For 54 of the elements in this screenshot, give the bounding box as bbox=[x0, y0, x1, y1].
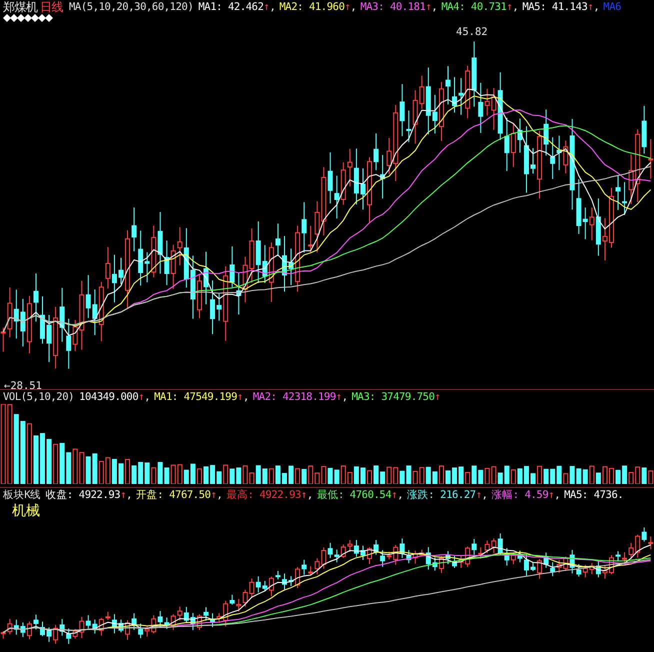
up-arrow: ↑ bbox=[138, 391, 144, 403]
up-arrow: ↑ bbox=[434, 391, 440, 403]
indicator-value: 收盘: 4922.93 bbox=[46, 488, 120, 502]
stock-name: 郑煤机 bbox=[3, 0, 38, 16]
indicator-value: MA2: 41.960 bbox=[279, 1, 344, 13]
indicator-value: MA5: 41.143 bbox=[522, 1, 588, 13]
indicator-value: 开盘: 4767.50 bbox=[136, 488, 211, 502]
up-arrow: ↑ bbox=[237, 391, 243, 403]
separator-comma: , bbox=[306, 489, 313, 501]
indicator-value: MA1: 42.462 bbox=[198, 1, 264, 13]
separator-comma: , bbox=[431, 1, 438, 13]
panel-title: 板块K线 bbox=[3, 488, 41, 502]
up-arrow: ↑ bbox=[336, 391, 342, 403]
up-arrow: ↑ bbox=[548, 489, 554, 501]
up-arrow: ↑ bbox=[300, 489, 307, 501]
indicator-value: MA3: 40.181 bbox=[360, 1, 426, 13]
high-price-label: 45.82 bbox=[456, 26, 488, 38]
indicator-value: MA5: 4736. bbox=[564, 489, 624, 501]
separator-comma: , bbox=[554, 489, 560, 501]
indicator-value: 涨幅: 4.59 bbox=[492, 488, 548, 502]
low-price-label: ←28.51 bbox=[4, 380, 42, 392]
indicator-value: 最低: 4760.54 bbox=[316, 488, 392, 502]
up-arrow: ↑ bbox=[210, 489, 216, 501]
indicator-value: MA2: 42318.199 bbox=[252, 391, 336, 403]
indicator-value: MA3: 37479.750 bbox=[352, 391, 435, 403]
separator-comma: , bbox=[397, 489, 404, 501]
indicator-value: MA4: 40.731 bbox=[441, 1, 506, 13]
up-arrow: ↑ bbox=[476, 489, 482, 501]
separator-comma: , bbox=[126, 489, 132, 501]
separator-comma: , bbox=[593, 1, 600, 13]
indicator-name: VOL(5,10,20) bbox=[3, 391, 74, 403]
separator-comma: , bbox=[144, 391, 150, 403]
separator-comma: , bbox=[242, 391, 249, 403]
indicator-value: MA6 bbox=[603, 1, 622, 13]
indicator-value: MA1: 47549.199 bbox=[154, 391, 238, 403]
period-label: 日线 bbox=[40, 0, 64, 16]
up-arrow: ↑ bbox=[264, 1, 270, 13]
up-arrow: ↑ bbox=[391, 489, 398, 501]
separator-comma: , bbox=[482, 489, 488, 501]
sector-name: 机械 bbox=[11, 502, 40, 521]
separator-comma: , bbox=[342, 391, 348, 403]
up-arrow: ↑ bbox=[120, 489, 126, 501]
indicator-value: 涨跌: 216.27 bbox=[407, 488, 476, 502]
up-arrow: ↑ bbox=[506, 1, 512, 13]
up-arrow: ↑ bbox=[344, 1, 350, 13]
up-arrow: ↑ bbox=[425, 1, 432, 13]
indicator-name: MA(5,10,20,30,60,120) bbox=[69, 1, 194, 13]
separator-comma: , bbox=[269, 1, 276, 13]
separator-comma: , bbox=[216, 489, 222, 501]
separator-comma: , bbox=[512, 1, 518, 13]
up-arrow: ↑ bbox=[587, 1, 594, 13]
indicator-value: 104349.000 bbox=[79, 391, 138, 403]
separator-comma: , bbox=[350, 1, 356, 13]
indicator-value: 最高: 4922.93 bbox=[226, 488, 301, 502]
